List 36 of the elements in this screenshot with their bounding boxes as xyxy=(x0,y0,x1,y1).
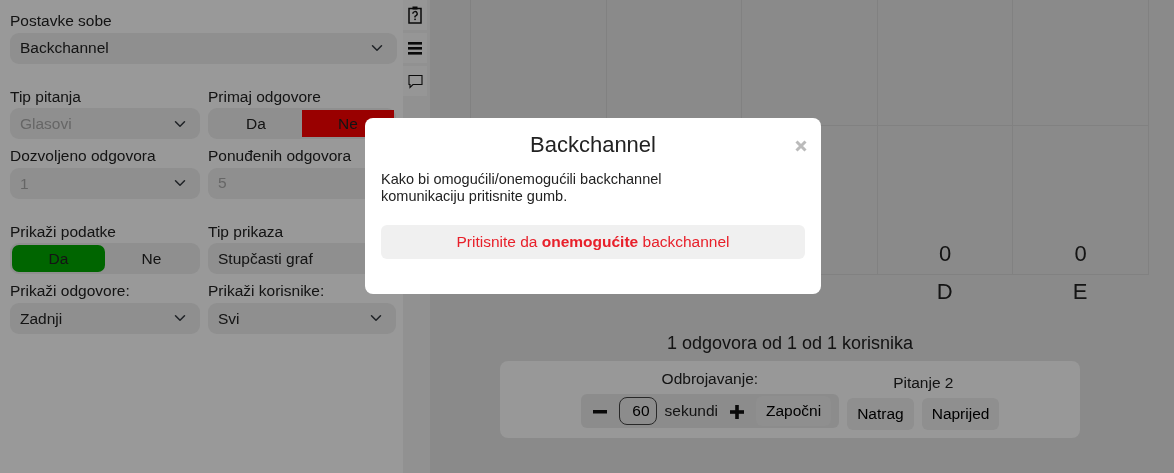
backchannel-toggle-button[interactable]: Pritisnite da onemogućite backchannel xyxy=(381,224,805,259)
chat-icon xyxy=(407,73,423,89)
toggle-option[interactable]: Da xyxy=(210,110,302,138)
room-settings-select[interactable]: Backchannel xyxy=(10,32,397,64)
minus-icon xyxy=(592,410,607,415)
field-label: Prikaži podatke xyxy=(10,222,117,242)
seconds-unit: sekundi xyxy=(664,401,718,422)
field-label: Prikaži korisnike: xyxy=(208,282,326,301)
clipboard-question-icon xyxy=(408,6,422,24)
dropdown-select[interactable]: Zadnji xyxy=(10,302,200,334)
seconds-input-field[interactable]: 60 xyxy=(618,396,657,425)
toolbar-button[interactable] xyxy=(403,0,427,30)
field-label: Tip pitanja xyxy=(10,87,82,107)
field-label: Dozvoljeno odgovora xyxy=(10,147,157,166)
field-label: Tip prikaza xyxy=(208,222,285,242)
field-label: Ponuđenih odgovora xyxy=(208,147,353,166)
toolbar-button[interactable] xyxy=(403,33,427,63)
modal-title: Backchannel xyxy=(529,132,657,159)
summary-text: 1 odgovora od 1 od 1 korisnika xyxy=(666,332,914,355)
category-label: D xyxy=(936,279,953,304)
menu-icon xyxy=(408,41,422,55)
toggle-option[interactable]: Ne xyxy=(105,245,198,273)
field-label: Postavke sobe xyxy=(10,12,113,31)
value-label: 0 xyxy=(1074,240,1087,268)
nav-button[interactable]: Natrag xyxy=(847,398,914,430)
category-label: E xyxy=(1072,279,1088,304)
field-label: Prikaži odgovore: xyxy=(10,282,131,301)
close-icon xyxy=(795,140,807,152)
countdown-label: Odbrojavanje: xyxy=(661,369,759,389)
toolbar-button[interactable] xyxy=(403,66,427,96)
question-label: Pitanje 2 xyxy=(893,373,954,393)
dropdown-select[interactable]: Svi xyxy=(208,302,396,334)
field-label: Primaj odgovore xyxy=(208,87,322,107)
plus-icon xyxy=(730,405,744,420)
nav-button[interactable]: Naprijed xyxy=(921,398,1000,430)
value-label: 0 xyxy=(938,240,952,268)
